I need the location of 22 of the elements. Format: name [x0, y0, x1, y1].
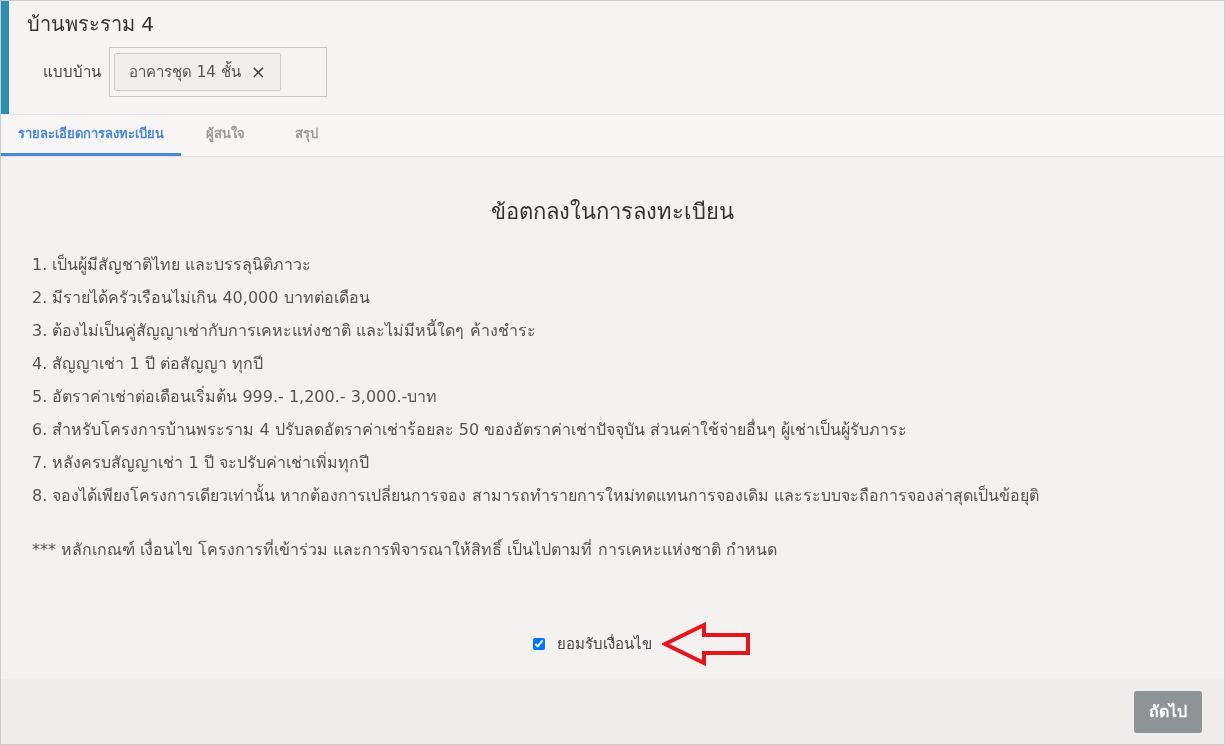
- field-label: แบบบ้าน: [43, 61, 101, 83]
- tab[interactable]: รายละเอียดการลงทะเบียน: [1, 115, 181, 156]
- tag-select-field[interactable]: อาคารชุด 14 ชั้น ×: [109, 47, 327, 97]
- terms-note: *** หลักเกณฑ์ เงื่อนไข โครงการที่เข้าร่วม และการพิจารณาให้สิทธิ์ เป็นไปตามที่ การเคหะแห่งชาติ กำหนด: [32, 538, 778, 561]
- tab[interactable]: ผู้สนใจ: [181, 115, 270, 156]
- terms-item: 5. อัตราค่าเช่าต่อเดือนเริ่มต้น 999.- 1,200.- 3,000.-บาท: [32, 385, 439, 408]
- remove-tag-button[interactable]: ×: [250, 63, 266, 81]
- terms-item: 4. สัญญาเช่า 1 ปี ต่อสัญญา ทุกปี: [32, 353, 264, 376]
- terms-heading: ข้อตกลงในการลงทะเบียน: [490, 198, 735, 226]
- tag-label: อาคารชุด 14 ชั้น: [129, 60, 241, 84]
- tab[interactable]: สรุป: [270, 115, 343, 156]
- accept-checkbox[interactable]: [533, 638, 545, 650]
- terms-item: 8. จองได้เพียงโครงการเดียวเท่านั้น หากต้องการเปลี่ยนการจอง สามารถทำรายการใหม่ทดแทนการจองเดิม และระบบจะถือการจองล่าสุดเป็นข้อยุติ: [32, 484, 1040, 508]
- terms-item: 3. ต้องไม่เป็นคู่สัญญาเช่ากับการเคหะแห่งชาติ และไม่มีหนี้ใดๆ ค้างชำระ: [32, 319, 537, 343]
- terms-item: 7. หลังครบสัญญาเช่า 1 ปี จะปรับค่าเช่าเพิ่มทุกปี: [32, 451, 370, 475]
- terms-item: 2. มีรายได้ครัวเรือนไม่เกิน 40,000 บาทต่อเดือน: [32, 287, 371, 309]
- page-title: บ้านพระราม 4: [27, 11, 156, 38]
- arrow-icon: [662, 622, 752, 666]
- terms-item: 6. สำหรับโครงการบ้านพระราม 4 ปรับลดอัตราค่าเช่าร้อยละ 50 ของอัตราค่าเช่าปัจจุบัน ส่วนค่าใช้จ่ายอื่นๆ ผู้เช่าเป็นผู้รับภาระ: [32, 418, 909, 442]
- next-button[interactable]: ถัดไป: [1134, 690, 1202, 733]
- terms-item: 1. เป็นผู้มีสัญชาติไทย และบรรลุนิติภาวะ: [32, 253, 313, 277]
- accept-label: ยอมรับเงื่อนไข: [557, 633, 652, 655]
